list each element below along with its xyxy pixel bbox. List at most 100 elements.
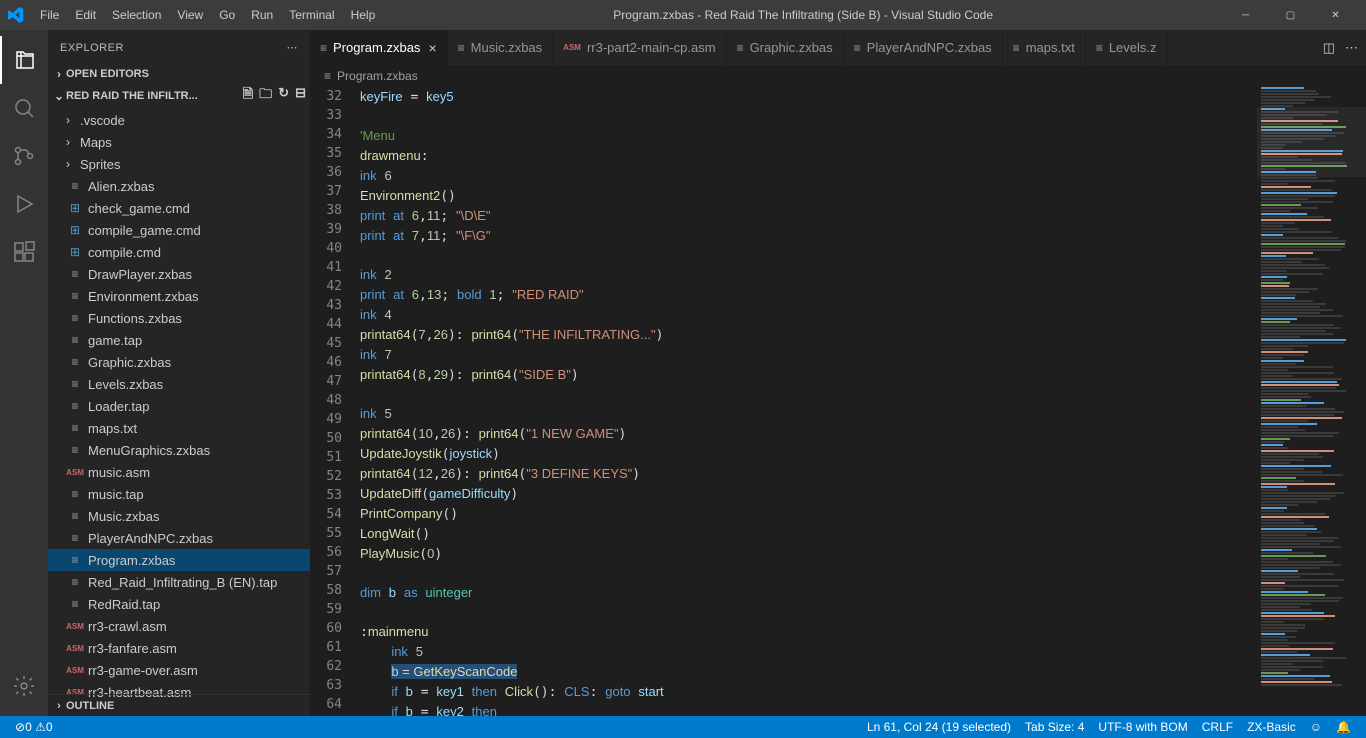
editor-tabs: ≡Program.zxbas×≡Music.zxbasASMrr3-part2-… (310, 30, 1366, 65)
tab-levels-z[interactable]: ≡Levels.z (1086, 30, 1168, 65)
more-actions-icon[interactable]: ⋯ (1345, 40, 1358, 56)
file-item[interactable]: ASMrr3-crawl.asm (48, 615, 310, 637)
file-icon: ≡ (66, 267, 84, 281)
file-item[interactable]: ≡Levels.zxbas (48, 373, 310, 395)
file-icon: ≡ (66, 311, 84, 325)
source-control-icon[interactable] (0, 132, 48, 180)
search-icon[interactable] (0, 84, 48, 132)
folder-item[interactable]: ›.vscode (48, 109, 310, 131)
chevron-down-icon: ⌄ (52, 89, 66, 103)
file-item[interactable]: ≡DrawPlayer.zxbas (48, 263, 310, 285)
notifications-icon[interactable]: 🔔 (1329, 720, 1358, 734)
close-tab-icon[interactable]: × (428, 40, 436, 56)
breadcrumb-label: Program.zxbas (337, 69, 418, 83)
open-editors-section[interactable]: ›OPEN EDITORS (48, 65, 310, 83)
new-file-icon[interactable]: 🗎 (243, 85, 253, 107)
file-icon: ⊞ (66, 245, 84, 259)
tab-size[interactable]: Tab Size: 4 (1018, 720, 1091, 734)
folder-item[interactable]: ›Maps (48, 131, 310, 153)
file-item[interactable]: ASMmusic.asm (48, 461, 310, 483)
file-icon: ⊞ (66, 223, 84, 237)
errors-item[interactable]: ⊘ 0 ⚠ 0 (8, 720, 60, 734)
chevron-right-icon: › (52, 67, 66, 81)
file-item[interactable]: ≡Functions.zxbas (48, 307, 310, 329)
tab-music-zxbas[interactable]: ≡Music.zxbas (448, 30, 554, 65)
file-item[interactable]: ASMrr3-game-over.asm (48, 659, 310, 681)
file-item[interactable]: ≡game.tap (48, 329, 310, 351)
file-icon: ≡ (66, 487, 84, 501)
file-icon: ≡ (66, 399, 84, 413)
file-item[interactable]: ≡maps.txt (48, 417, 310, 439)
breadcrumb[interactable]: ≡ Program.zxbas (310, 65, 1366, 87)
tab-playerandnpc-zxbas[interactable]: ≡PlayerAndNPC.zxbas (844, 30, 1003, 65)
vscode-logo-icon (8, 7, 24, 23)
file-item[interactable]: ≡Loader.tap (48, 395, 310, 417)
menu-file[interactable]: File (32, 8, 67, 22)
tab-rr3-part2-main-cp-asm[interactable]: ASMrr3-part2-main-cp.asm (553, 30, 726, 65)
file-icon: ≡ (854, 41, 861, 55)
close-button[interactable]: ✕ (1313, 0, 1358, 30)
project-actions: 🗎 🗀 ↻ ⊟ (243, 85, 306, 107)
editor-area: ≡Program.zxbas×≡Music.zxbasASMrr3-part2-… (310, 30, 1366, 716)
tab-maps-txt[interactable]: ≡maps.txt (1003, 30, 1086, 65)
file-icon: ≡ (66, 355, 84, 369)
menu-terminal[interactable]: Terminal (281, 8, 342, 22)
cursor-position[interactable]: Ln 61, Col 24 (19 selected) (860, 720, 1018, 734)
file-icon: ≡ (66, 289, 84, 303)
refresh-icon[interactable]: ↻ (278, 85, 289, 107)
menu-help[interactable]: Help (343, 8, 384, 22)
maximize-button[interactable]: ▢ (1268, 0, 1313, 30)
file-item[interactable]: ≡Red_Raid_Infiltrating_B (EN).tap (48, 571, 310, 593)
code-content[interactable]: keyFire = key5 'Menu drawmenu: ink 6 Env… (360, 87, 1256, 716)
feedback-icon[interactable]: ☺ (1303, 720, 1329, 734)
file-item[interactable]: ≡PlayerAndNPC.zxbas (48, 527, 310, 549)
explorer-icon[interactable] (0, 36, 48, 84)
menu-selection[interactable]: Selection (104, 8, 169, 22)
file-item[interactable]: ≡Graphic.zxbas (48, 351, 310, 373)
file-icon: ≡ (66, 443, 84, 457)
file-item[interactable]: ≡RedRaid.tap (48, 593, 310, 615)
menu-edit[interactable]: Edit (67, 8, 104, 22)
file-item[interactable]: ⊞check_game.cmd (48, 197, 310, 219)
menu-run[interactable]: Run (243, 8, 281, 22)
project-section[interactable]: ⌄ RED RAID THE INFILTR... 🗎 🗀 ↻ ⊟ (48, 83, 310, 109)
file-item[interactable]: ≡Alien.zxbas (48, 175, 310, 197)
split-editor-icon[interactable]: ◫ (1323, 40, 1335, 56)
file-item[interactable]: ≡MenuGraphics.zxbas (48, 439, 310, 461)
file-icon: ≡ (66, 509, 84, 523)
minimap[interactable] (1256, 87, 1366, 716)
run-debug-icon[interactable] (0, 180, 48, 228)
file-icon: ≡ (1096, 41, 1103, 55)
file-icon: ≡ (66, 377, 84, 391)
new-folder-icon[interactable]: 🗀 (259, 85, 272, 107)
window-controls: ─ ▢ ✕ (1223, 0, 1358, 30)
minimize-button[interactable]: ─ (1223, 0, 1268, 30)
tab-program-zxbas[interactable]: ≡Program.zxbas× (310, 30, 448, 65)
status-bar: ⊘ 0 ⚠ 0 Ln 61, Col 24 (19 selected) Tab … (0, 716, 1366, 738)
collapse-icon[interactable]: ⊟ (295, 85, 306, 107)
file-item[interactable]: ≡Music.zxbas (48, 505, 310, 527)
sidebar-more-icon[interactable]: ⋯ (287, 41, 299, 54)
settings-gear-icon[interactable] (0, 662, 48, 710)
file-icon: ≡ (66, 333, 84, 347)
file-icon: ASM (563, 43, 581, 52)
code-editor[interactable]: 32 33 34 35 36 37 38 39 40 41 42 43 44 4… (310, 87, 1366, 716)
outline-section[interactable]: ›OUTLINE (48, 694, 310, 716)
menu-go[interactable]: Go (211, 8, 243, 22)
language-mode[interactable]: ZX-Basic (1240, 720, 1303, 734)
menu-view[interactable]: View (169, 8, 211, 22)
line-gutter: 32 33 34 35 36 37 38 39 40 41 42 43 44 4… (310, 87, 360, 716)
file-item[interactable]: ⊞compile.cmd (48, 241, 310, 263)
encoding[interactable]: UTF-8 with BOM (1091, 720, 1194, 734)
extensions-icon[interactable] (0, 228, 48, 276)
file-icon: ASM (66, 468, 84, 477)
folder-item[interactable]: ›Sprites (48, 153, 310, 175)
file-item[interactable]: ≡Environment.zxbas (48, 285, 310, 307)
file-icon: ASM (66, 644, 84, 653)
eol[interactable]: CRLF (1195, 720, 1240, 734)
file-item[interactable]: ⊞compile_game.cmd (48, 219, 310, 241)
file-item[interactable]: ≡Program.zxbas (48, 549, 310, 571)
file-item[interactable]: ASMrr3-fanfare.asm (48, 637, 310, 659)
file-item[interactable]: ≡music.tap (48, 483, 310, 505)
tab-graphic-zxbas[interactable]: ≡Graphic.zxbas (727, 30, 844, 65)
